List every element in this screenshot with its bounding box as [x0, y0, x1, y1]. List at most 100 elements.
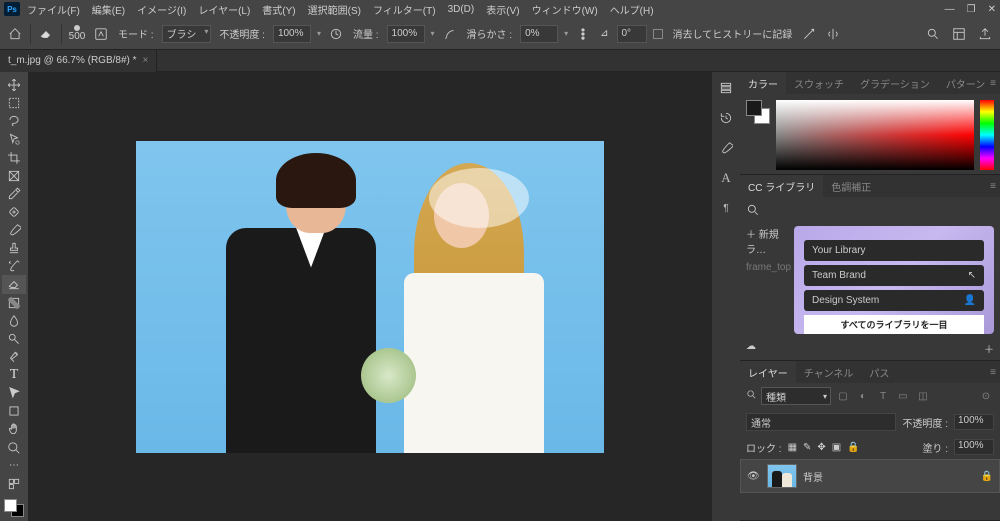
menu-help[interactable]: ヘルプ(H)	[605, 0, 659, 19]
menu-edit[interactable]: 編集(E)	[87, 0, 130, 19]
dodge-tool[interactable]	[2, 330, 26, 348]
opacity-input[interactable]: 100%	[273, 25, 311, 43]
healing-tool[interactable]	[2, 203, 26, 221]
lock-paint-icon[interactable]: ✎	[803, 442, 811, 453]
menu-select[interactable]: 選択範囲(S)	[303, 0, 366, 19]
filter-toggle[interactable]: ⊙	[978, 388, 994, 404]
brush-panel-icon[interactable]	[92, 25, 110, 43]
menu-filter[interactable]: フィルター(T)	[368, 0, 441, 19]
brush-preview-icon[interactable]: 500	[68, 25, 86, 43]
color-spectrum[interactable]	[776, 100, 974, 170]
filter-adjust-icon[interactable]: ◐	[855, 388, 871, 404]
gradient-tool[interactable]	[2, 294, 26, 312]
patterns-tab[interactable]: パターン	[938, 72, 994, 95]
collapsed-panel-icon[interactable]	[716, 78, 736, 98]
marquee-tool[interactable]	[2, 94, 26, 112]
layer-lock-icon[interactable]: 🔒	[981, 471, 993, 482]
filter-type-icon[interactable]: T	[875, 388, 891, 404]
toolbar-more[interactable]: ⋯	[2, 457, 26, 475]
path-select-tool[interactable]	[2, 384, 26, 402]
home-icon[interactable]	[6, 25, 24, 43]
edit-toolbar[interactable]	[2, 475, 26, 493]
share-icon[interactable]	[976, 25, 994, 43]
window-close-icon[interactable]: ✕	[988, 4, 996, 15]
brushes-panel-icon[interactable]	[716, 138, 736, 158]
channels-tab[interactable]: チャンネル	[796, 361, 862, 384]
menu-file[interactable]: ファイル(F)	[22, 0, 85, 19]
lock-all-icon[interactable]: 🔒	[847, 442, 859, 453]
layer-item-background[interactable]: 👁 背景 🔒	[740, 459, 1000, 493]
airbrush-icon[interactable]	[441, 25, 459, 43]
menu-window[interactable]: ウィンドウ(W)	[527, 0, 603, 19]
shape-tool[interactable]	[2, 402, 26, 420]
paragraph-panel-icon[interactable]: ¶	[716, 198, 736, 218]
symmetry-icon[interactable]	[824, 25, 842, 43]
history-brush-tool[interactable]	[2, 257, 26, 275]
filter-shape-icon[interactable]: ▭	[895, 388, 911, 404]
eraser-tool-icon[interactable]	[37, 25, 55, 43]
stamp-tool[interactable]	[2, 239, 26, 257]
menu-3d[interactable]: 3D(D)	[443, 2, 480, 17]
lib-panel-menu-icon[interactable]: ≡	[990, 181, 996, 192]
menu-layer[interactable]: レイヤー(L)	[193, 0, 255, 19]
swatches-tab[interactable]: スウォッチ	[786, 72, 852, 95]
hue-slider[interactable]	[980, 100, 994, 170]
color-swatch[interactable]	[4, 499, 24, 517]
lock-position-icon[interactable]: ✥	[817, 442, 825, 453]
lock-artboard-icon[interactable]: ▣	[832, 442, 841, 453]
quick-select-tool[interactable]	[2, 130, 26, 148]
workspace-icon[interactable]	[950, 25, 968, 43]
brush-tool[interactable]	[2, 221, 26, 239]
opacity-pressure-icon[interactable]	[327, 25, 345, 43]
adjustments-tab[interactable]: 色調補正	[823, 175, 879, 198]
document-tab[interactable]: t_m.jpg @ 66.7% (RGB/8#) * ×	[0, 50, 157, 72]
smoothing-input[interactable]: 0%	[520, 25, 558, 43]
cloud-icon[interactable]: ☁	[746, 341, 756, 356]
mode-dropdown[interactable]: ブラシ	[162, 25, 212, 43]
window-restore-icon[interactable]: ❐	[967, 4, 976, 15]
type-tool[interactable]: T	[2, 366, 26, 384]
layers-tab[interactable]: レイヤー	[740, 361, 796, 384]
layer-filter-dropdown[interactable]: 種類	[761, 387, 831, 405]
lib-team-brand[interactable]: Team Brand↖	[804, 265, 984, 286]
lib-asset-name[interactable]: frame_top	[746, 262, 788, 273]
flow-input[interactable]: 100%	[387, 25, 425, 43]
move-tool[interactable]	[2, 76, 26, 94]
filter-pixel-icon[interactable]: ▢	[835, 388, 851, 404]
lasso-tool[interactable]	[2, 112, 26, 130]
lock-transparent-icon[interactable]: ▦	[788, 442, 797, 453]
hand-tool[interactable]	[2, 420, 26, 438]
menu-type[interactable]: 書式(Y)	[257, 0, 300, 19]
menu-view[interactable]: 表示(V)	[481, 0, 524, 19]
blend-mode-dropdown[interactable]: 通常	[746, 413, 896, 431]
panel-color-swatch[interactable]	[746, 100, 770, 124]
pen-tool[interactable]	[2, 348, 26, 366]
fill-input[interactable]: 100%	[954, 439, 994, 455]
visibility-icon[interactable]: 👁	[747, 471, 761, 482]
zoom-tool[interactable]	[2, 439, 26, 457]
eyedropper-tool[interactable]	[2, 185, 26, 203]
add-icon[interactable]: ＋	[984, 341, 994, 356]
new-library-button[interactable]: ＋ 新規ラ…	[746, 226, 788, 256]
frame-tool[interactable]	[2, 167, 26, 185]
lib-your-library[interactable]: Your Library	[804, 240, 984, 261]
layer-opacity-input[interactable]: 100%	[954, 414, 994, 430]
erase-history-checkbox[interactable]	[653, 29, 663, 39]
document-tab-close-icon[interactable]: ×	[143, 55, 149, 66]
cc-libraries-tab[interactable]: CC ライブラリ	[740, 175, 823, 198]
crop-tool[interactable]	[2, 149, 26, 167]
menu-image[interactable]: イメージ(I)	[132, 0, 191, 19]
gradients-tab[interactable]: グラデーション	[852, 72, 938, 95]
canvas-area[interactable]	[28, 72, 712, 521]
color-tab[interactable]: カラー	[740, 72, 786, 95]
tablet-pressure-icon[interactable]	[800, 25, 818, 43]
blur-tool[interactable]	[2, 312, 26, 330]
window-minimize-icon[interactable]: —	[945, 4, 955, 15]
smoothing-options-icon[interactable]	[574, 25, 592, 43]
history-panel-icon[interactable]	[716, 108, 736, 128]
filter-smart-icon[interactable]: ◫	[915, 388, 931, 404]
character-panel-icon[interactable]: A	[716, 168, 736, 188]
eraser-tool[interactable]	[2, 275, 26, 293]
search-icon[interactable]	[924, 25, 942, 43]
color-panel-menu-icon[interactable]: ≡	[990, 78, 996, 89]
